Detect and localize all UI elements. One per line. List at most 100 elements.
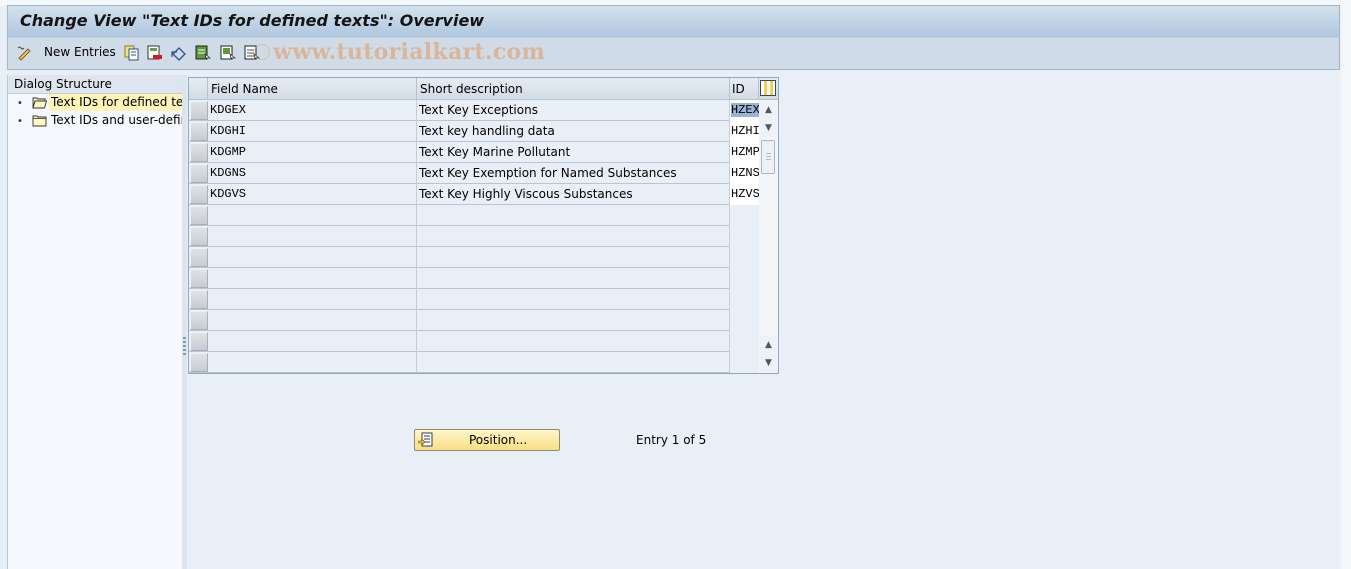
table-row bbox=[189, 289, 759, 310]
cell-short-description-empty[interactable] bbox=[417, 310, 730, 331]
row-selector-button[interactable] bbox=[190, 248, 208, 267]
cell-short-description[interactable]: Text Key Exemption for Named Substances bbox=[417, 163, 730, 184]
cell-id-empty[interactable] bbox=[730, 310, 759, 331]
cell-id-input[interactable]: HZMP bbox=[730, 142, 759, 163]
cell-field-name-empty[interactable] bbox=[208, 247, 417, 268]
cell-id-empty[interactable] bbox=[730, 331, 759, 352]
row-selector-button[interactable] bbox=[190, 164, 208, 183]
position-button-label: Position... bbox=[469, 433, 528, 447]
position-button[interactable]: Position... bbox=[414, 429, 560, 451]
cell-id-value: HZMP bbox=[731, 145, 759, 159]
tree-item-text-ids-defined-texts[interactable]: • Text IDs for defined texts bbox=[8, 94, 183, 112]
cell-short-description-empty[interactable] bbox=[417, 226, 730, 247]
row-selector-button[interactable] bbox=[190, 206, 208, 225]
cell-field-name-empty[interactable] bbox=[208, 310, 417, 331]
cell-field-name-empty[interactable] bbox=[208, 226, 417, 247]
table-header: Field Name Short description ID bbox=[189, 78, 778, 100]
column-header-field-name[interactable]: Field Name bbox=[208, 78, 417, 100]
cell-field-name[interactable]: KDGHI bbox=[208, 121, 417, 142]
cell-field-name[interactable]: KDGNS bbox=[208, 163, 417, 184]
cell-short-description-empty[interactable] bbox=[417, 331, 730, 352]
cell-short-description[interactable]: Text key handling data bbox=[417, 121, 730, 142]
panel-splitter[interactable] bbox=[182, 75, 187, 569]
tree-item-text-ids-user-defined[interactable]: • Text IDs and user-defined texts bbox=[8, 112, 183, 130]
table-row bbox=[189, 205, 759, 226]
table-row bbox=[189, 247, 759, 268]
cell-short-description-empty[interactable] bbox=[417, 289, 730, 310]
cell-id-input[interactable]: HZNS bbox=[730, 163, 759, 184]
application-toolbar: New Entries www.tutorialkart.com bbox=[7, 37, 1340, 70]
scroll-down-icon[interactable]: ▼ bbox=[760, 119, 777, 137]
select-block-icon[interactable] bbox=[220, 45, 236, 61]
scroll-up-icon[interactable]: ▲ bbox=[760, 101, 777, 119]
cell-short-description-empty[interactable] bbox=[417, 205, 730, 226]
tree-item-label: Text IDs for defined texts bbox=[49, 94, 183, 111]
tree-item-label: Text IDs and user-defined texts bbox=[51, 113, 183, 127]
cell-short-description-empty[interactable] bbox=[417, 352, 730, 373]
select-all-icon[interactable] bbox=[195, 45, 211, 61]
cell-field-name-empty[interactable] bbox=[208, 352, 417, 373]
cell-id-value: HZNS bbox=[731, 166, 759, 180]
cell-short-description[interactable]: Text Key Marine Pollutant bbox=[417, 142, 730, 163]
scrollbar-thumb[interactable] bbox=[761, 140, 775, 174]
folder-open-icon bbox=[32, 97, 47, 109]
row-selector-button[interactable] bbox=[190, 122, 208, 141]
dialog-structure-header: Dialog Structure bbox=[8, 75, 183, 94]
table-settings-icon[interactable] bbox=[760, 80, 776, 96]
cell-field-name-empty[interactable] bbox=[208, 289, 417, 310]
cell-field-name[interactable]: KDGMP bbox=[208, 142, 417, 163]
table-row: KDGHI Text key handling data HZHI bbox=[189, 121, 759, 142]
cell-field-name-empty[interactable] bbox=[208, 205, 417, 226]
table-row bbox=[189, 331, 759, 352]
table-row: KDGVS Text Key Highly Viscous Substances H… bbox=[189, 184, 759, 205]
cell-field-name-empty[interactable] bbox=[208, 268, 417, 289]
undo-change-icon[interactable] bbox=[171, 45, 187, 61]
cell-short-description[interactable]: Text Key Highly Viscous Substances bbox=[417, 184, 730, 205]
copy-as-icon[interactable] bbox=[124, 45, 140, 61]
scroll-page-up-icon[interactable]: ▲ bbox=[760, 336, 777, 354]
cell-field-name[interactable]: KDGVS bbox=[208, 184, 417, 205]
cell-id-empty[interactable] bbox=[730, 226, 759, 247]
splitter-grip-icon bbox=[183, 337, 186, 357]
cell-short-description[interactable]: Text Key Exceptions bbox=[417, 100, 730, 121]
cell-id-empty[interactable] bbox=[730, 205, 759, 226]
scroll-page-down-icon[interactable]: ▼ bbox=[760, 354, 777, 372]
cell-id-input[interactable]: HZVS bbox=[730, 184, 759, 205]
row-selector-button[interactable] bbox=[190, 143, 208, 162]
cell-id-value: HZEX bbox=[731, 103, 759, 117]
row-selector-button[interactable] bbox=[190, 101, 208, 120]
cell-field-name[interactable]: KDGEX bbox=[208, 100, 417, 121]
cell-short-description-empty[interactable] bbox=[417, 268, 730, 289]
select-all-rows-button[interactable] bbox=[189, 78, 208, 100]
cell-id-empty[interactable] bbox=[730, 289, 759, 310]
row-selector-button[interactable] bbox=[190, 332, 208, 351]
display-change-icon[interactable] bbox=[16, 45, 32, 61]
row-selector-button[interactable] bbox=[190, 227, 208, 246]
row-selector-button[interactable] bbox=[190, 353, 208, 372]
row-selector-button[interactable] bbox=[190, 269, 208, 288]
cell-id-empty[interactable] bbox=[730, 352, 759, 373]
table-row: KDGMP Text Key Marine Pollutant HZMP bbox=[189, 142, 759, 163]
column-header-id[interactable]: ID bbox=[730, 78, 759, 100]
row-selector-button[interactable] bbox=[190, 311, 208, 330]
cell-field-name-empty[interactable] bbox=[208, 331, 417, 352]
table-row bbox=[189, 268, 759, 289]
title-bar: Change View "Text IDs for defined texts"… bbox=[7, 5, 1340, 37]
new-entries-button[interactable]: New Entries bbox=[44, 45, 116, 59]
page-title: Change View "Text IDs for defined texts"… bbox=[20, 11, 485, 30]
row-selector-button[interactable] bbox=[190, 290, 208, 309]
row-selector-button[interactable] bbox=[190, 185, 208, 204]
cell-short-description-empty[interactable] bbox=[417, 247, 730, 268]
cell-id-value: HZVS bbox=[731, 187, 759, 201]
table-row: KDGEX Text Key Exceptions HZEX bbox=[189, 100, 759, 121]
tree-bullet: • bbox=[17, 97, 23, 109]
vertical-scrollbar[interactable]: ▲ ▼ ▲ ▼ bbox=[759, 100, 778, 373]
column-header-short-description[interactable]: Short description bbox=[417, 78, 730, 100]
cell-id-empty[interactable] bbox=[730, 268, 759, 289]
watermark-text: www.tutorialkart.com bbox=[273, 39, 546, 65]
cell-id-input[interactable]: HZEX bbox=[730, 100, 759, 121]
cell-id-input[interactable]: HZHI bbox=[730, 121, 759, 142]
delete-icon[interactable] bbox=[147, 45, 163, 61]
cell-id-empty[interactable] bbox=[730, 247, 759, 268]
cell-id-value: HZHI bbox=[731, 124, 759, 138]
